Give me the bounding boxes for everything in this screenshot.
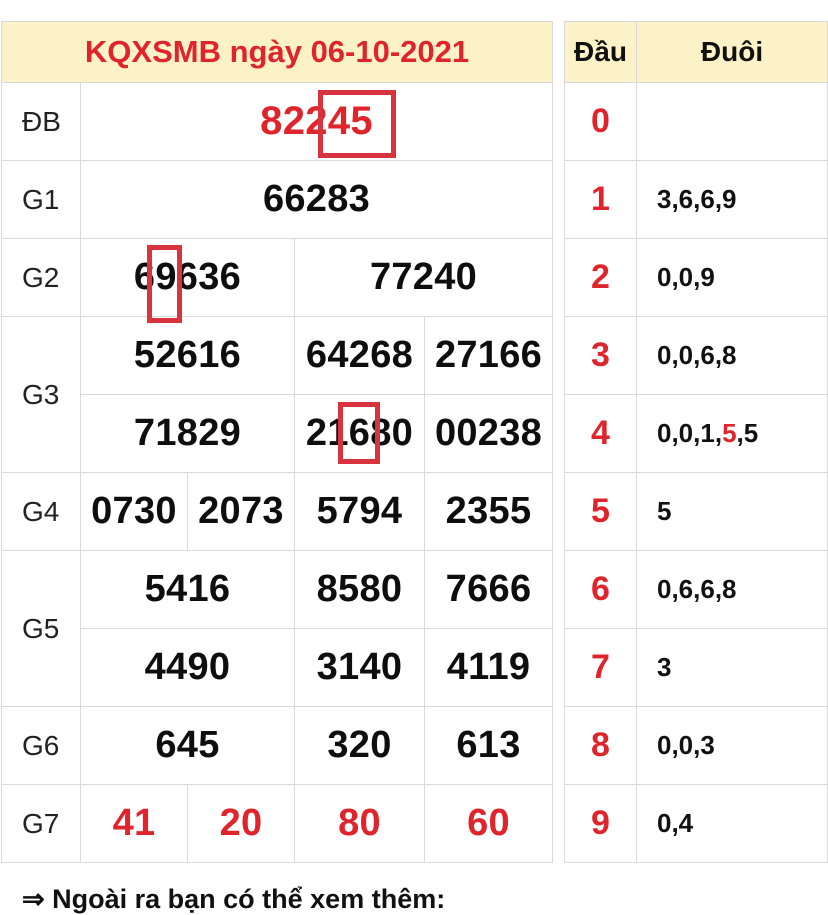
- duoi-cell: 3,6,6,9: [636, 160, 828, 239]
- label-g3: G3: [1, 316, 81, 473]
- g5-number: 3140: [294, 628, 425, 707]
- dau-cell: 4: [564, 394, 637, 473]
- duoi-cell: 3: [636, 628, 828, 707]
- g2-number: 77240: [293, 238, 554, 317]
- row-g4: G4 0730 2073 5794 2355: [1, 472, 554, 551]
- g3-number: 52616: [80, 316, 295, 395]
- results-table: KQXSMB ngày 06-10-2021 ĐB 82245 G1 66283…: [0, 21, 554, 863]
- g5-number: 8580: [294, 550, 425, 629]
- g3-number: 64268: [294, 316, 425, 395]
- loto-row: 0: [564, 82, 828, 161]
- row-g5: 4490 3140 4119: [2, 628, 554, 707]
- loto-row: 9 0,4: [564, 784, 828, 863]
- row-g3: 71829 21680 00238: [2, 394, 554, 473]
- see-more-text: ⇒ Ngoài ra bạn có thể xem thêm:: [22, 884, 446, 914]
- header-duoi: Đuôi: [636, 21, 828, 83]
- g6-number: 320: [294, 706, 425, 785]
- loto-row: 4 0,0,1,5,5: [564, 394, 828, 473]
- label-g2: G2: [1, 238, 81, 317]
- dau-cell: 2: [564, 238, 637, 317]
- g7-number: 41: [80, 784, 188, 863]
- loto-row: 1 3,6,6,9: [564, 160, 828, 239]
- row-g5: G5 5416 8580 7666: [1, 550, 554, 707]
- duoi-cell: 0,0,3: [636, 706, 828, 785]
- loto-row: 7 3: [564, 628, 828, 707]
- g1-number: 66283: [79, 160, 554, 239]
- duoi-highlight: 5: [722, 418, 737, 448]
- duoi-cell: [636, 82, 828, 161]
- dau-cell: 3: [564, 316, 637, 395]
- label-g7: G7: [1, 784, 81, 863]
- label-g6: G6: [1, 706, 81, 785]
- label-db: ĐB: [1, 82, 81, 161]
- loto-table: Đầu Đuôi 0 1 3,6,6,9 2 0,0,9 3 0,0,6,8 4…: [564, 21, 828, 863]
- g7-number: 20: [187, 784, 295, 863]
- g5-number: 7666: [423, 550, 554, 629]
- special-prize: 82245: [79, 82, 554, 161]
- g7-number: 80: [294, 784, 425, 863]
- loto-row: 8 0,0,3: [564, 706, 828, 785]
- g5-number: 4490: [80, 628, 295, 707]
- g5-number: 4119: [423, 628, 554, 707]
- dau-cell: 5: [564, 472, 637, 551]
- dau-cell: 7: [564, 628, 637, 707]
- row-g3: G3 52616 64268 27166: [1, 316, 554, 473]
- duoi-cell: 0,4: [636, 784, 828, 863]
- g3-number: 71829: [80, 394, 295, 473]
- g4-number: 0730: [80, 472, 188, 551]
- dau-cell: 1: [564, 160, 637, 239]
- g6-number: 645: [80, 706, 295, 785]
- dau-cell: 6: [564, 550, 637, 629]
- duoi-cell: 0,0,6,8: [636, 316, 828, 395]
- loto-row: 2 0,0,9: [564, 238, 828, 317]
- duoi-cell: 0,0,9: [636, 238, 828, 317]
- duoi-cell: 5: [636, 472, 828, 551]
- g4-number: 2355: [423, 472, 554, 551]
- row-db: ĐB 82245: [1, 82, 554, 161]
- g6-number: 613: [423, 706, 554, 785]
- label-g1: G1: [1, 160, 81, 239]
- g3-number: 00238: [423, 394, 554, 473]
- label-g5: G5: [1, 550, 81, 707]
- g4-number: 2073: [187, 472, 295, 551]
- g5-number: 5416: [80, 550, 295, 629]
- dau-cell: 0: [564, 82, 637, 161]
- dau-cell: 8: [564, 706, 637, 785]
- row-g6: G6 645 320 613: [1, 706, 554, 785]
- g3-number: 27166: [423, 316, 554, 395]
- row-g1: G1 66283: [1, 160, 554, 239]
- dau-cell: 9: [564, 784, 637, 863]
- duoi-cell: 0,6,6,8: [636, 550, 828, 629]
- g7-number: 60: [423, 784, 554, 863]
- g4-number: 5794: [294, 472, 425, 551]
- duoi-part: ,5: [736, 418, 759, 448]
- row-g7: G7 41 20 80 60: [1, 784, 554, 863]
- g2-number: 69636: [80, 238, 295, 317]
- row-g2: G2 69636 77240: [1, 238, 554, 317]
- loto-row: 5 5: [564, 472, 828, 551]
- label-g4: G4: [1, 472, 81, 551]
- results-title: KQXSMB ngày 06-10-2021: [0, 21, 554, 83]
- loto-row: 6 0,6,6,8: [564, 550, 828, 629]
- header-dau: Đầu: [564, 21, 637, 83]
- duoi-part: 0,0,1,: [657, 418, 723, 448]
- loto-row: 3 0,0,6,8: [564, 316, 828, 395]
- duoi-cell: 0,0,1,5,5: [636, 394, 828, 473]
- g3-number: 21680: [294, 394, 425, 473]
